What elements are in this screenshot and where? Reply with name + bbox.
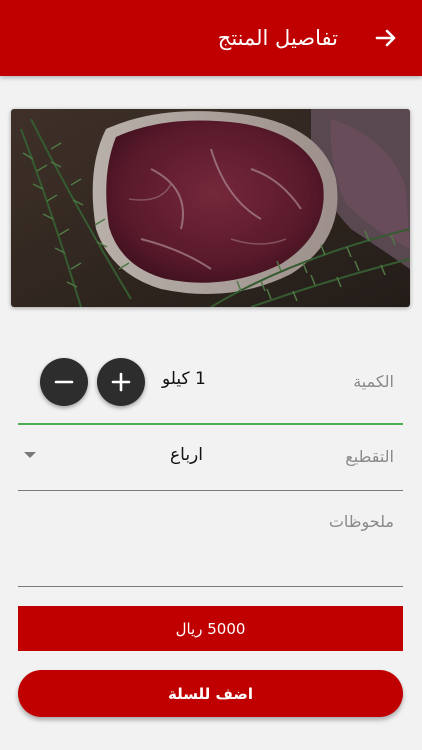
quantity-label: الكمية: [353, 372, 394, 391]
product-image: [11, 109, 410, 307]
quantity-value: 1 كيلو: [162, 369, 206, 389]
cutting-underline: [18, 490, 403, 491]
back-button[interactable]: [372, 24, 400, 52]
add-to-cart-button[interactable]: اضف للسلة: [18, 670, 403, 717]
minus-icon: [54, 380, 74, 384]
plus-icon: [111, 372, 131, 392]
decrease-quantity-button[interactable]: [40, 358, 88, 406]
increase-quantity-button[interactable]: [97, 358, 145, 406]
dropdown-caret-icon[interactable]: [24, 452, 36, 458]
cutting-label: التقطيع: [345, 447, 394, 466]
app-bar: تفاصيل المنتج: [0, 0, 422, 76]
page-title: تفاصيل المنتج: [217, 26, 338, 50]
notes-placeholder: ملحوظات: [328, 512, 394, 531]
arrow-right-icon: [375, 29, 396, 47]
quantity-underline: [18, 423, 403, 425]
meat-photo: [11, 109, 410, 307]
notes-underline: [18, 586, 403, 587]
cutting-select[interactable]: ارباع: [170, 445, 203, 465]
price-display: 5000 ريال: [18, 606, 403, 651]
